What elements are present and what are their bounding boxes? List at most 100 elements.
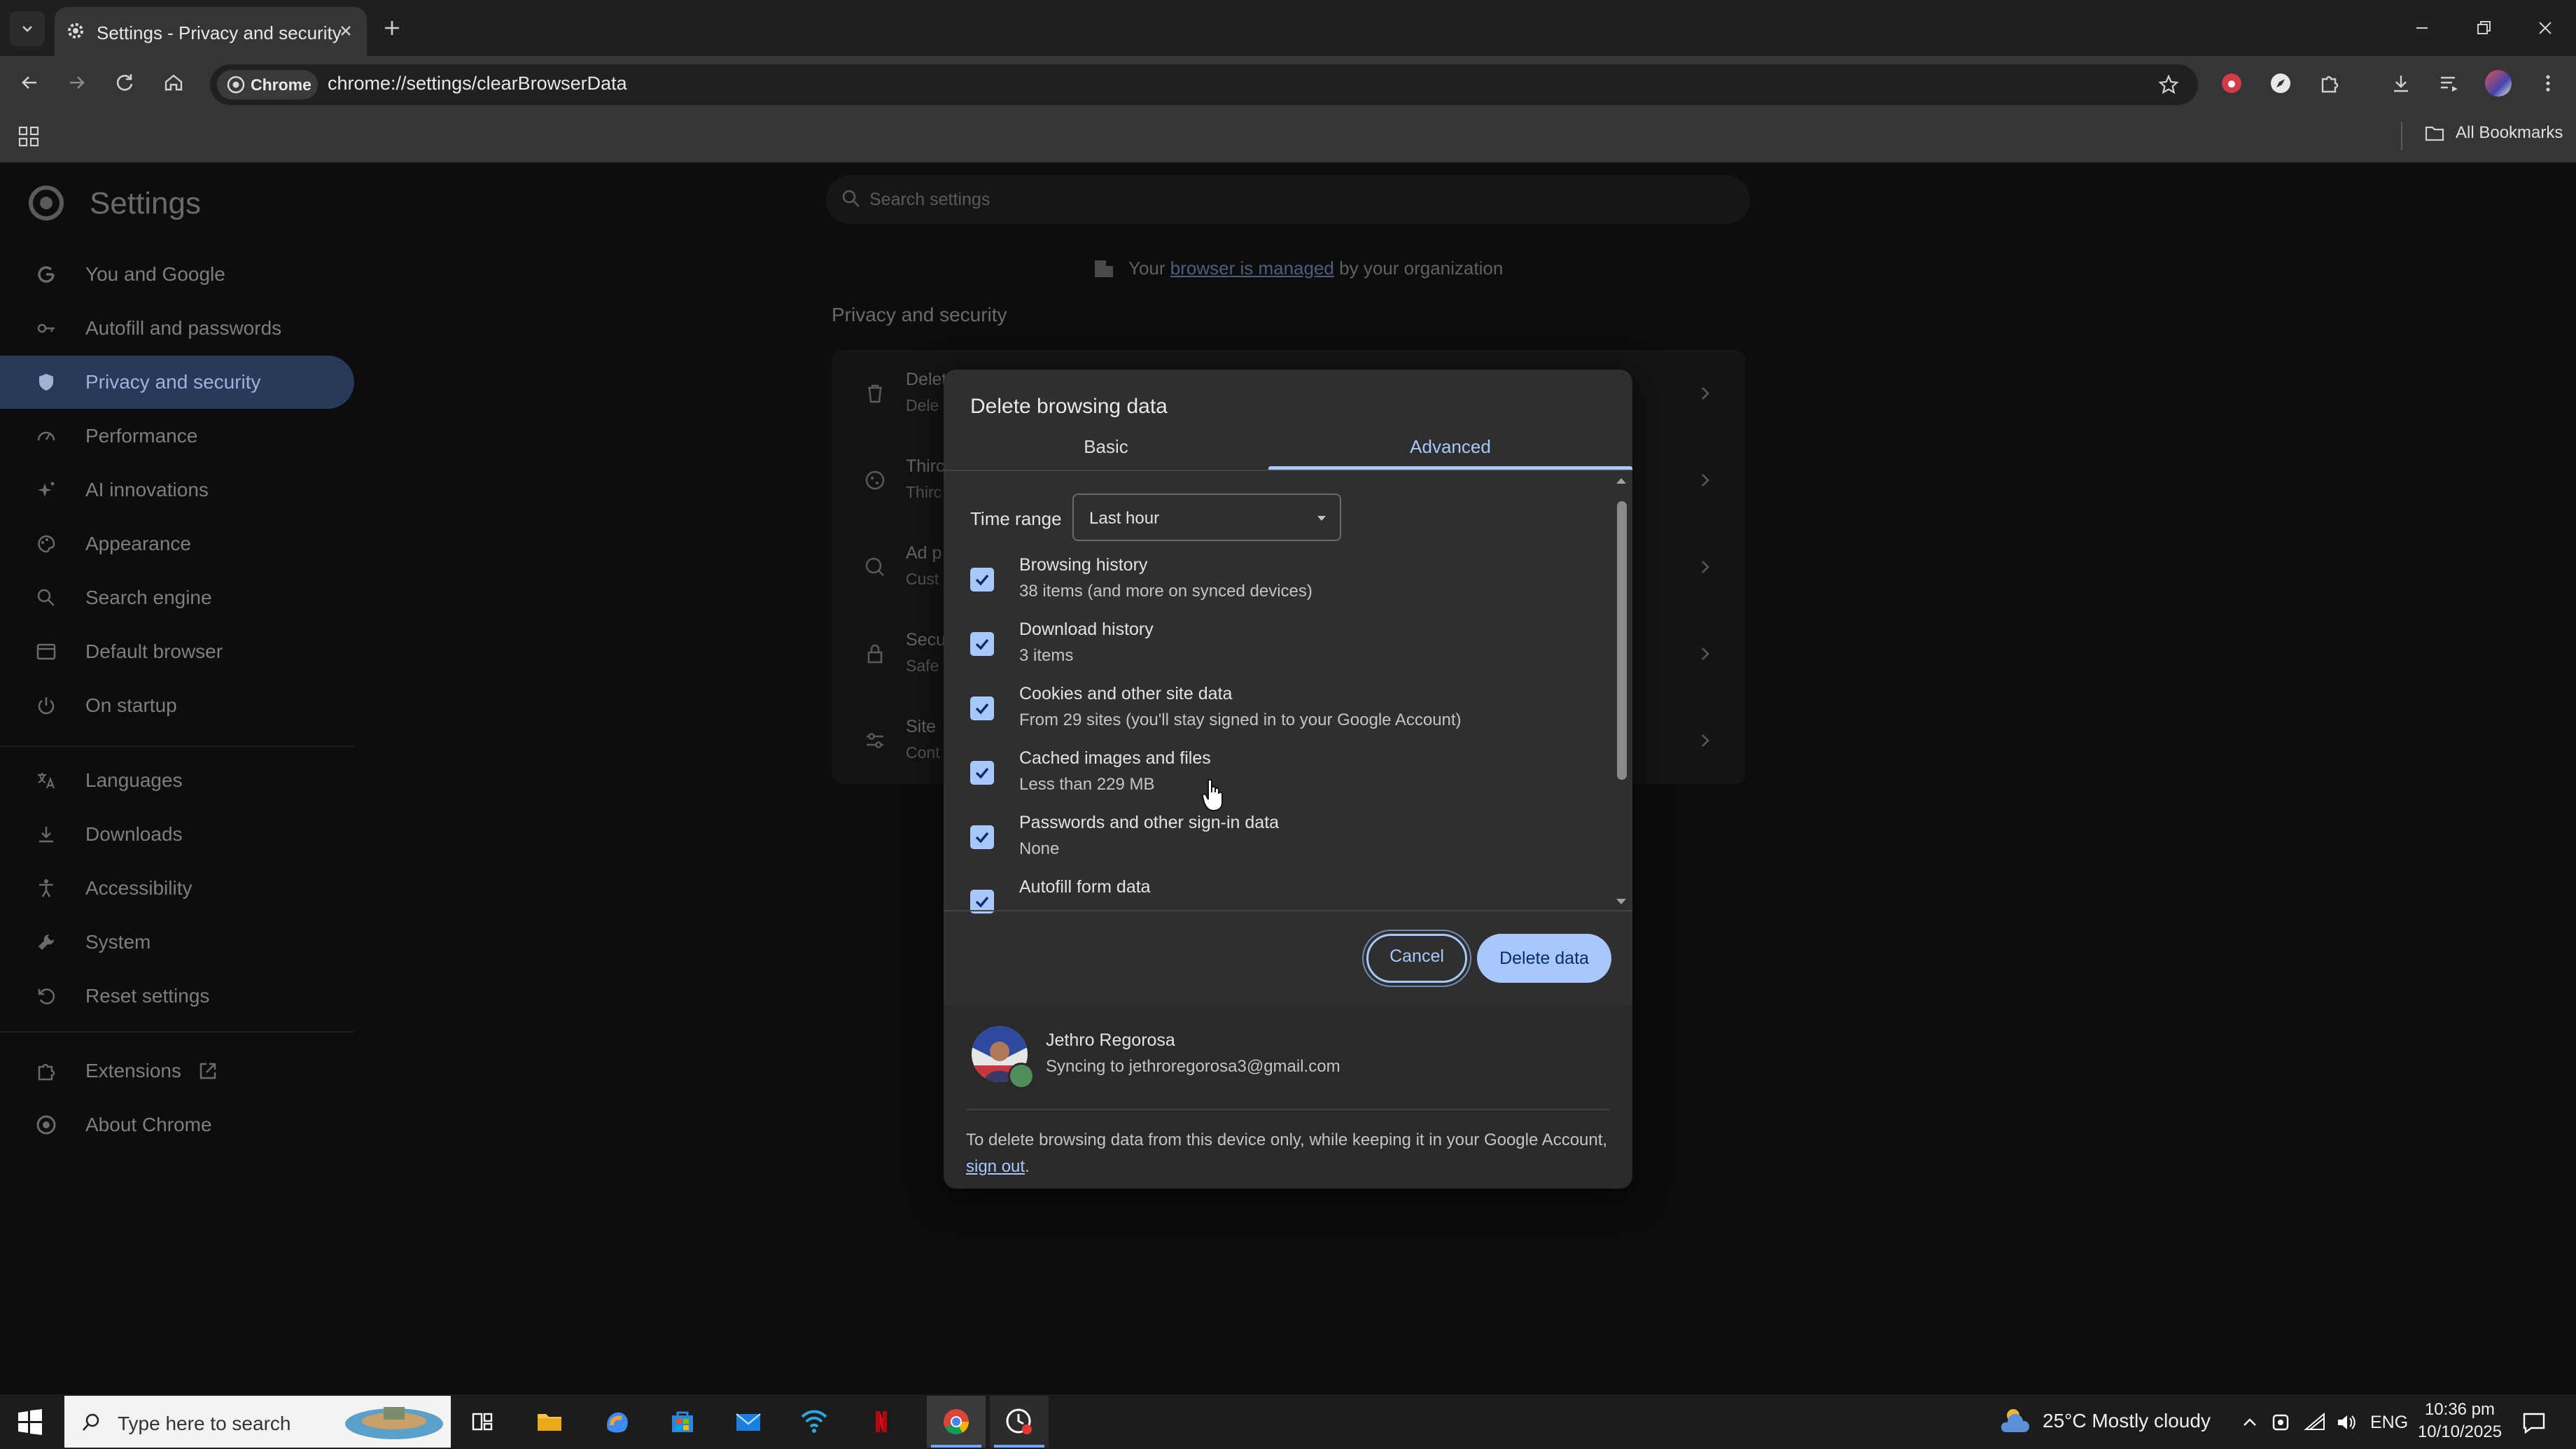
input-language[interactable]: ENG <box>2370 1413 2408 1433</box>
tab-settings[interactable]: Settings - Privacy and security <box>55 7 367 56</box>
sidebar-item-on-startup[interactable]: On startup <box>0 679 354 732</box>
sidebar-item-reset-settings[interactable]: Reset settings <box>0 969 354 1023</box>
data-item-download-history[interactable]: Download history 3 items <box>944 620 1602 684</box>
scrollbar-thumb[interactable] <box>1617 501 1627 780</box>
media-queue-icon[interactable] <box>2435 69 2463 97</box>
kebab-menu-icon[interactable] <box>2534 69 2562 97</box>
speedometer-icon <box>37 431 55 441</box>
taskbar-search-box[interactable]: Type here to search <box>64 1396 451 1448</box>
data-item-passwords[interactable]: Passwords and other sign-in data None <box>944 813 1602 877</box>
apps-grid-icon[interactable] <box>15 123 42 150</box>
sidebar-item-search-engine[interactable]: Search engine <box>0 571 354 624</box>
sidebar-item-appearance[interactable]: Appearance <box>0 517 354 570</box>
data-item-autofill[interactable]: Autofill form data <box>944 877 1602 933</box>
privacy-row-title: Ad p <box>906 543 942 563</box>
delete-browsing-data-dialog: Delete browsing data Basic Advanced Time… <box>944 370 1632 1189</box>
search-settings-input[interactable]: Search settings <box>826 175 1750 224</box>
sidebar-item-system[interactable]: System <box>0 916 354 969</box>
sidebar-item-label: Performance <box>85 425 198 447</box>
managed-prefix: Your <box>1128 257 1166 279</box>
sidebar-item-label: On startup <box>85 694 177 716</box>
checkbox[interactable] <box>970 696 994 720</box>
data-item-title: Cached images and files <box>1019 748 1211 768</box>
sidebar-item-default-browser[interactable]: Default browser <box>0 625 354 678</box>
sparkle-icon <box>38 482 55 497</box>
delete-data-button[interactable]: Delete data <box>1477 934 1611 983</box>
sidebar-item-privacy[interactable]: Privacy and security <box>0 356 354 409</box>
copilot-icon[interactable] <box>599 1404 634 1439</box>
checkbox[interactable] <box>970 825 994 849</box>
url-text[interactable]: chrome://settings/clearBrowserData <box>328 73 627 94</box>
tab-title: Settings - Privacy and security <box>97 22 342 43</box>
clock-time[interactable]: 10:36 pm <box>2423 1400 2496 1420</box>
extension-red-icon[interactable] <box>2218 69 2246 97</box>
forward-arrow-icon[interactable] <box>63 69 91 97</box>
sidebar-item-extensions[interactable]: Extensions <box>0 1044 354 1098</box>
all-bookmarks-label: All Bookmarks <box>2456 123 2563 142</box>
palette-icon <box>38 535 55 553</box>
external-link-icon <box>200 1063 216 1079</box>
sidebar-item-ai-innovations[interactable]: AI innovations <box>0 463 354 517</box>
sidebar-item-you-and-google[interactable]: You and Google <box>0 248 354 301</box>
scroll-down-arrow-icon[interactable] <box>1614 897 1628 906</box>
scroll-up-arrow-icon[interactable] <box>1614 476 1628 486</box>
restore-icon[interactable] <box>2470 14 2498 42</box>
sidebar-item-languages[interactable]: Languages <box>0 754 354 807</box>
account-divider <box>966 1109 1610 1110</box>
checkbox[interactable] <box>970 632 994 656</box>
mail-icon[interactable] <box>731 1404 766 1439</box>
puzzle-icon[interactable] <box>2316 69 2344 97</box>
sidebar-item-about-chrome[interactable]: About Chrome <box>0 1098 354 1152</box>
netflix-icon[interactable] <box>864 1404 899 1439</box>
site-info-chip[interactable]: Chrome <box>217 70 318 99</box>
data-item-browsing-history[interactable]: Browsing history 38 items (and more on s… <box>944 555 1602 620</box>
notification-center-icon[interactable] <box>2520 1408 2548 1436</box>
download-icon[interactable] <box>2387 69 2415 97</box>
cancel-button[interactable]: Cancel <box>1366 934 1467 983</box>
file-explorer-icon[interactable] <box>532 1404 567 1439</box>
network-app-icon[interactable] <box>797 1404 832 1439</box>
chrome-icon <box>944 1409 969 1435</box>
search-highlight-art <box>345 1407 443 1439</box>
task-view-icon[interactable] <box>465 1404 500 1439</box>
checkbox[interactable] <box>970 761 994 785</box>
tab-basic[interactable]: Basic <box>944 433 1268 472</box>
tray-app-icon[interactable] <box>2268 1410 2293 1435</box>
managed-link[interactable]: browser is managed <box>1170 258 1334 279</box>
time-range-select[interactable]: Last hour <box>1072 493 1341 541</box>
sidebar-item-label: You and Google <box>85 263 225 285</box>
data-item-cached-images[interactable]: Cached images and files Less than 229 MB <box>944 748 1602 813</box>
volume-icon[interactable] <box>2334 1410 2359 1435</box>
wifi-icon[interactable] <box>2303 1410 2328 1435</box>
folder-icon <box>2425 126 2444 141</box>
microsoft-store-icon[interactable] <box>665 1404 700 1439</box>
checkbox[interactable] <box>970 568 994 592</box>
profile-avatar[interactable] <box>2485 70 2512 97</box>
sidebar-item-accessibility[interactable]: Accessibility <box>0 862 354 915</box>
extension-compass-icon[interactable] <box>2267 69 2295 97</box>
all-bookmarks-button[interactable]: All Bookmarks <box>2423 122 2563 144</box>
sidebar-item-autofill[interactable]: Autofill and passwords <box>0 302 354 355</box>
home-icon[interactable] <box>160 69 188 97</box>
privacy-row-title: Site <box>906 717 937 736</box>
data-item-cookies[interactable]: Cookies and other site data From 29 site… <box>944 684 1602 748</box>
weather-widget[interactable]: 25°C Mostly cloudy <box>1998 1406 2211 1436</box>
window-close-icon[interactable] <box>2531 14 2559 42</box>
sign-out-link[interactable]: sign out <box>966 1157 1025 1176</box>
sidebar-item-performance[interactable]: Performance <box>0 410 354 463</box>
tab-search-button[interactable] <box>10 11 45 46</box>
sidebar-item-downloads[interactable]: Downloads <box>0 808 354 861</box>
reload-icon[interactable] <box>111 69 139 97</box>
close-icon[interactable] <box>335 20 357 42</box>
bookmark-star-icon[interactable] <box>2155 71 2183 99</box>
clock-date[interactable]: 10/10/2025 <box>2416 1422 2503 1442</box>
chevron-up-icon[interactable] <box>2237 1410 2262 1435</box>
back-arrow-icon[interactable] <box>15 69 43 97</box>
browser-window-icon <box>36 643 56 660</box>
bookmarks-bar <box>0 112 2576 164</box>
new-tab-icon[interactable] <box>378 14 406 42</box>
data-type-list: Time range Last hour Browsing history 38… <box>944 471 1632 933</box>
chevron-right-icon <box>1702 474 1709 486</box>
minimize-icon[interactable] <box>2408 14 2436 42</box>
windows-start-icon[interactable] <box>15 1407 45 1436</box>
